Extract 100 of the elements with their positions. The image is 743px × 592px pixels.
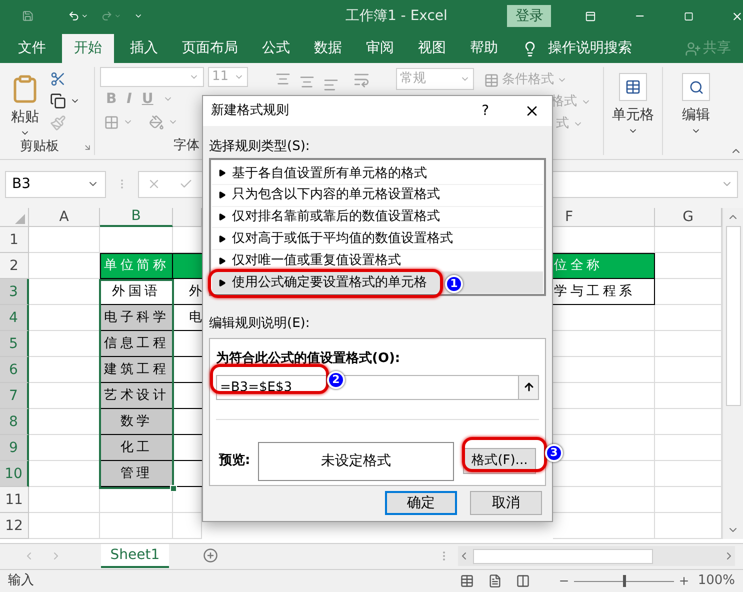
conditional-format-icon[interactable] [484,72,499,88]
grid-cell[interactable] [173,227,202,253]
select-all-corner[interactable] [0,208,29,227]
scissors-icon[interactable] [50,71,66,87]
scroll-thumb[interactable] [473,548,653,564]
search-icon[interactable] [682,73,710,101]
grid-cell[interactable] [553,331,655,357]
row-header[interactable]: 11 [0,487,29,513]
grid-cell[interactable] [553,227,655,253]
grid-cell[interactable] [655,331,722,357]
row-header[interactable]: 9 [0,435,29,461]
rule-type-item[interactable]: 只为包含以下内容的单元格设置格式 [212,184,543,207]
normal-view-icon[interactable] [460,574,474,588]
ribbon-tab[interactable]: 数据 [302,34,354,63]
page-break-icon[interactable] [516,574,530,588]
align-middle-icon[interactable] [299,74,315,90]
row-header[interactable]: 2 [0,253,29,279]
grid-cell[interactable] [553,409,655,435]
grid-cell[interactable] [553,383,655,409]
row-header[interactable]: 8 [0,409,29,435]
help-button[interactable]: ? [482,100,489,122]
align-bottom-icon[interactable] [323,77,339,93]
grid-cell[interactable] [29,513,100,539]
zoom-thumb[interactable] [622,575,626,587]
ribbon-tab[interactable]: 帮助 [458,34,510,63]
row-header[interactable]: 1 [0,227,29,253]
rule-type-item[interactable]: 仅对高于或低于平均值的数值设置格式 [212,228,543,250]
zoom-in-icon[interactable] [678,575,690,587]
sign-in-button[interactable]: 登录 [507,5,552,27]
ribbon-tab[interactable]: 审阅 [354,34,406,63]
column-header[interactable] [173,208,202,227]
grid-cell[interactable] [655,357,722,383]
copy-icon[interactable] [50,93,66,109]
row-header[interactable]: 6 [0,357,29,383]
grid-cell[interactable] [655,435,722,461]
save-icon[interactable] [22,8,34,24]
grid-cell[interactable] [655,253,722,279]
cells-icon[interactable] [619,73,647,101]
grid-cell[interactable] [553,461,655,487]
horizontal-scrollbar[interactable] [458,546,735,566]
vertical-scrollbar[interactable] [722,208,743,539]
grid-cell[interactable] [553,487,655,513]
scroll-thumb[interactable] [726,226,740,406]
page-layout-icon[interactable] [488,574,502,588]
ribbon-tab[interactable]: 页面布局 [170,34,250,63]
zoom-slider[interactable] [574,575,674,587]
font-name-field[interactable] [100,67,204,87]
column-header[interactable]: F [553,208,655,227]
grid-cell[interactable] [565,435,655,461]
grid-cell[interactable] [655,279,722,305]
ribbon-tab[interactable]: 开始 [62,34,114,63]
maximize-icon[interactable] [684,10,694,22]
grid-cell[interactable] [655,227,722,253]
row-header[interactable]: 7 [0,383,29,409]
zoom-level[interactable]: 100% [698,571,735,591]
format-painter-icon[interactable] [50,115,66,131]
row-header[interactable]: 4 [0,305,29,331]
add-sheet-icon[interactable] [203,548,218,563]
grid-cell[interactable] [655,305,722,331]
ok-button[interactable]: 确定 [385,491,457,515]
launcher-icon[interactable] [83,142,92,152]
grid-cell[interactable] [29,253,100,279]
grid-cell[interactable] [655,409,722,435]
align-top-icon[interactable] [275,71,291,87]
grid-cell[interactable] [553,305,655,331]
grid-cell[interactable] [655,513,722,539]
wrap-text-icon[interactable] [353,71,370,88]
borders-icon[interactable] [104,114,119,130]
editing-label[interactable]: 编辑 [682,105,710,126]
column-header[interactable]: G [655,208,722,227]
ribbon-tab[interactable]: 公式 [250,34,302,63]
ribbon-tab[interactable]: 视图 [406,34,458,63]
row-header[interactable]: 5 [0,331,29,357]
paste-label[interactable]: 粘贴 [11,107,39,128]
grid-cell[interactable] [29,227,100,253]
ribbon-tab[interactable]: 插入 [118,34,170,63]
rule-type-item[interactable]: 基于各自值设置所有单元格的格式 [212,163,543,185]
cells-label[interactable]: 单元格 [612,105,654,126]
column-header[interactable]: A [29,208,100,227]
grid-cell[interactable] [100,513,173,539]
grid-cell[interactable] [173,513,202,539]
name-box[interactable]: B3 [5,170,106,198]
ribbon-tab[interactable]: 文件 [6,34,58,63]
grid-cell[interactable] [655,487,722,513]
sheet-tab[interactable]: Sheet1 [101,544,169,568]
collapse-dialog-button[interactable] [518,376,538,398]
grid-cell[interactable] [173,487,202,513]
cancel-icon[interactable] [147,177,161,191]
grid-cell[interactable] [655,461,722,487]
grid-cell[interactable] [100,227,173,253]
fill-color-icon[interactable] [149,114,164,130]
row-header[interactable]: 10 [0,461,29,487]
grid-cell[interactable] [553,513,655,539]
row-header[interactable]: 12 [0,513,29,539]
column-header[interactable]: B [100,208,173,227]
rule-type-item[interactable]: 仅对排名靠前或靠后的数值设置格式 [212,206,543,228]
grid-cell[interactable] [655,383,722,409]
cancel-button[interactable]: 取消 [470,491,542,515]
tell-me-search[interactable]: 操作说明搜索 [548,38,632,59]
grid-cell[interactable] [553,357,655,383]
